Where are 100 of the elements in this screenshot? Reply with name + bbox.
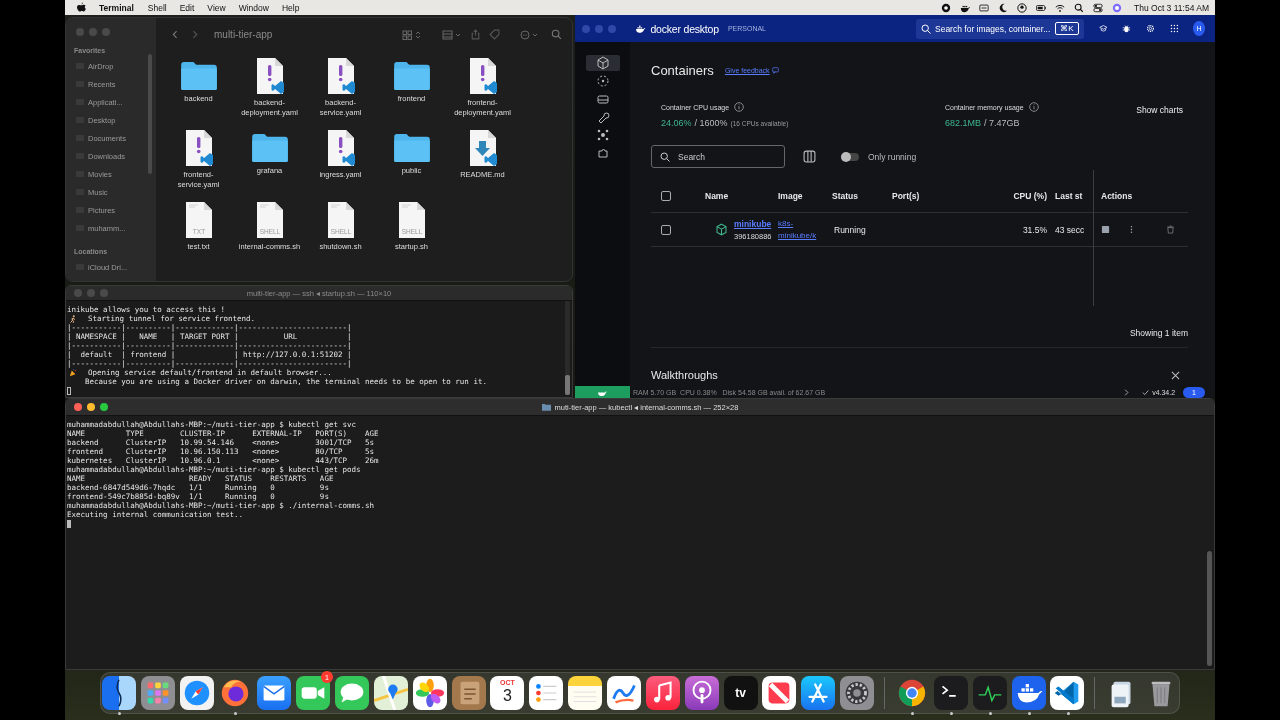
address-book-icon[interactable] bbox=[451, 676, 486, 710]
bug-icon[interactable] bbox=[1122, 23, 1132, 34]
display-icon[interactable] bbox=[979, 2, 990, 13]
container-name-link[interactable]: minikube bbox=[734, 218, 772, 229]
stat-value: 24.06% bbox=[661, 118, 692, 128]
engine-status-badge[interactable] bbox=[575, 386, 630, 398]
notepad-icon[interactable] bbox=[568, 676, 603, 710]
toggle-icon[interactable] bbox=[1093, 2, 1104, 13]
checkbox[interactable] bbox=[661, 191, 671, 201]
menu-clock[interactable]: Thu Oct 3 11:54 AM bbox=[1134, 2, 1209, 13]
chevron-right-icon[interactable] bbox=[1123, 388, 1131, 396]
wifi-icon[interactable] bbox=[1055, 2, 1066, 13]
battery-icon[interactable] bbox=[1036, 2, 1047, 13]
news-icon[interactable] bbox=[762, 676, 797, 710]
document-icon[interactable] bbox=[325, 57, 356, 95]
folder-icon[interactable] bbox=[392, 133, 431, 163]
grid-icon[interactable] bbox=[140, 676, 175, 710]
column-header[interactable]: Actions bbox=[1095, 191, 1188, 201]
info-icon[interactable] bbox=[734, 102, 745, 112]
toggle-switch[interactable] bbox=[841, 152, 859, 161]
info-icon[interactable] bbox=[1028, 102, 1039, 112]
menu-item[interactable]: Window bbox=[238, 2, 269, 13]
column-header[interactable]: Image bbox=[778, 191, 832, 201]
global-search-field[interactable]: Search for images, container... ⌘K bbox=[916, 18, 1084, 39]
running-figure-icon bbox=[69, 314, 77, 323]
music-note-icon[interactable] bbox=[645, 676, 680, 710]
menu-app-name[interactable]: Terminal bbox=[99, 2, 134, 13]
text-cursor bbox=[67, 520, 71, 528]
scrollbar[interactable] bbox=[565, 301, 570, 395]
video-camera-icon[interactable] bbox=[296, 676, 331, 710]
settings-icon[interactable] bbox=[1146, 23, 1156, 34]
store-icon[interactable] bbox=[801, 676, 836, 710]
gear-icon[interactable] bbox=[840, 676, 875, 710]
stat-total: / 7.47GB bbox=[984, 118, 1020, 128]
apple-logo-icon[interactable] bbox=[77, 2, 86, 13]
moon-icon[interactable] bbox=[998, 2, 1009, 13]
nav-item[interactable] bbox=[585, 55, 620, 71]
terminal-icon[interactable] bbox=[933, 676, 968, 710]
show-charts-button[interactable]: Show charts bbox=[1131, 102, 1188, 118]
code-editor-icon[interactable] bbox=[1050, 676, 1085, 710]
search-icon bbox=[660, 151, 670, 162]
cube-icon bbox=[715, 223, 728, 236]
icon-view-icon[interactable] bbox=[402, 29, 423, 40]
columns-icon[interactable] bbox=[803, 150, 816, 163]
menu-item[interactable]: View bbox=[207, 2, 226, 13]
chat-bubble-icon[interactable] bbox=[335, 676, 369, 710]
apps-grid-icon[interactable] bbox=[1170, 23, 1179, 34]
split-tile-icon[interactable] bbox=[101, 676, 136, 710]
folder-icon[interactable] bbox=[250, 133, 289, 163]
podcast-icon[interactable] bbox=[684, 676, 719, 710]
tv-icon[interactable]: tv bbox=[723, 676, 758, 710]
document-icon[interactable] bbox=[467, 57, 498, 95]
search-icon[interactable] bbox=[1074, 2, 1085, 13]
document-icon[interactable] bbox=[467, 129, 498, 167]
document-icon[interactable] bbox=[254, 57, 285, 95]
chat-icon[interactable] bbox=[771, 66, 779, 74]
compass-icon[interactable] bbox=[179, 676, 214, 710]
record-icon[interactable] bbox=[941, 2, 952, 13]
document-icon[interactable] bbox=[183, 129, 214, 167]
trash-icon[interactable] bbox=[1166, 225, 1175, 234]
folder-icon[interactable] bbox=[392, 61, 431, 91]
checkbox[interactable] bbox=[661, 224, 671, 235]
text-cursor bbox=[67, 387, 71, 395]
shortcut-key: ⌘K bbox=[1055, 22, 1079, 35]
minimize-button[interactable] bbox=[87, 403, 95, 411]
map-icon[interactable] bbox=[373, 676, 408, 710]
document-icon[interactable] bbox=[325, 129, 356, 167]
search-field[interactable]: Search bbox=[651, 145, 785, 168]
toggle-label: Only running bbox=[868, 151, 917, 162]
item-count: Showing 1 item bbox=[651, 328, 1188, 348]
zoom-button[interactable] bbox=[100, 403, 108, 411]
column-header[interactable]: CPU (%) bbox=[999, 191, 1055, 201]
menu-item[interactable]: Edit bbox=[179, 2, 195, 13]
column-header[interactable]: Status bbox=[832, 191, 892, 201]
close-button[interactable] bbox=[74, 403, 82, 411]
graduation-cap-icon[interactable] bbox=[1098, 23, 1108, 34]
whale-logo-icon bbox=[636, 23, 647, 34]
app-name: docker desktop bbox=[650, 22, 719, 35]
checklist-icon[interactable] bbox=[529, 676, 564, 710]
last-started-cell-text: 43 secc bbox=[1055, 224, 1086, 235]
user-circle-icon[interactable] bbox=[1017, 2, 1028, 13]
flower-icon[interactable] bbox=[412, 676, 447, 710]
window-title: multi-tier-app bbox=[214, 29, 273, 40]
menu-item[interactable]: Help bbox=[281, 2, 300, 13]
stop-icon[interactable] bbox=[1101, 225, 1110, 234]
pulse-chart-icon[interactable] bbox=[972, 676, 1007, 710]
section-title: Walkthroughs bbox=[651, 369, 718, 381]
column-header[interactable]: Name bbox=[705, 191, 778, 201]
folder-icon[interactable] bbox=[179, 61, 218, 91]
close-icon[interactable] bbox=[1171, 370, 1180, 380]
whale-icon[interactable] bbox=[1011, 676, 1046, 710]
scribble-icon[interactable] bbox=[607, 676, 641, 710]
column-header[interactable]: Last st bbox=[1055, 191, 1095, 201]
image-link[interactable]: k8s-minikube/k bbox=[778, 217, 830, 242]
column-header[interactable]: Port(s) bbox=[892, 191, 999, 201]
orb-icon[interactable] bbox=[1112, 2, 1123, 13]
envelope-icon[interactable] bbox=[257, 676, 292, 710]
scrollbar[interactable] bbox=[148, 54, 152, 174]
menu-item[interactable]: Shell bbox=[147, 2, 167, 13]
scrollbar[interactable] bbox=[1207, 551, 1212, 666]
